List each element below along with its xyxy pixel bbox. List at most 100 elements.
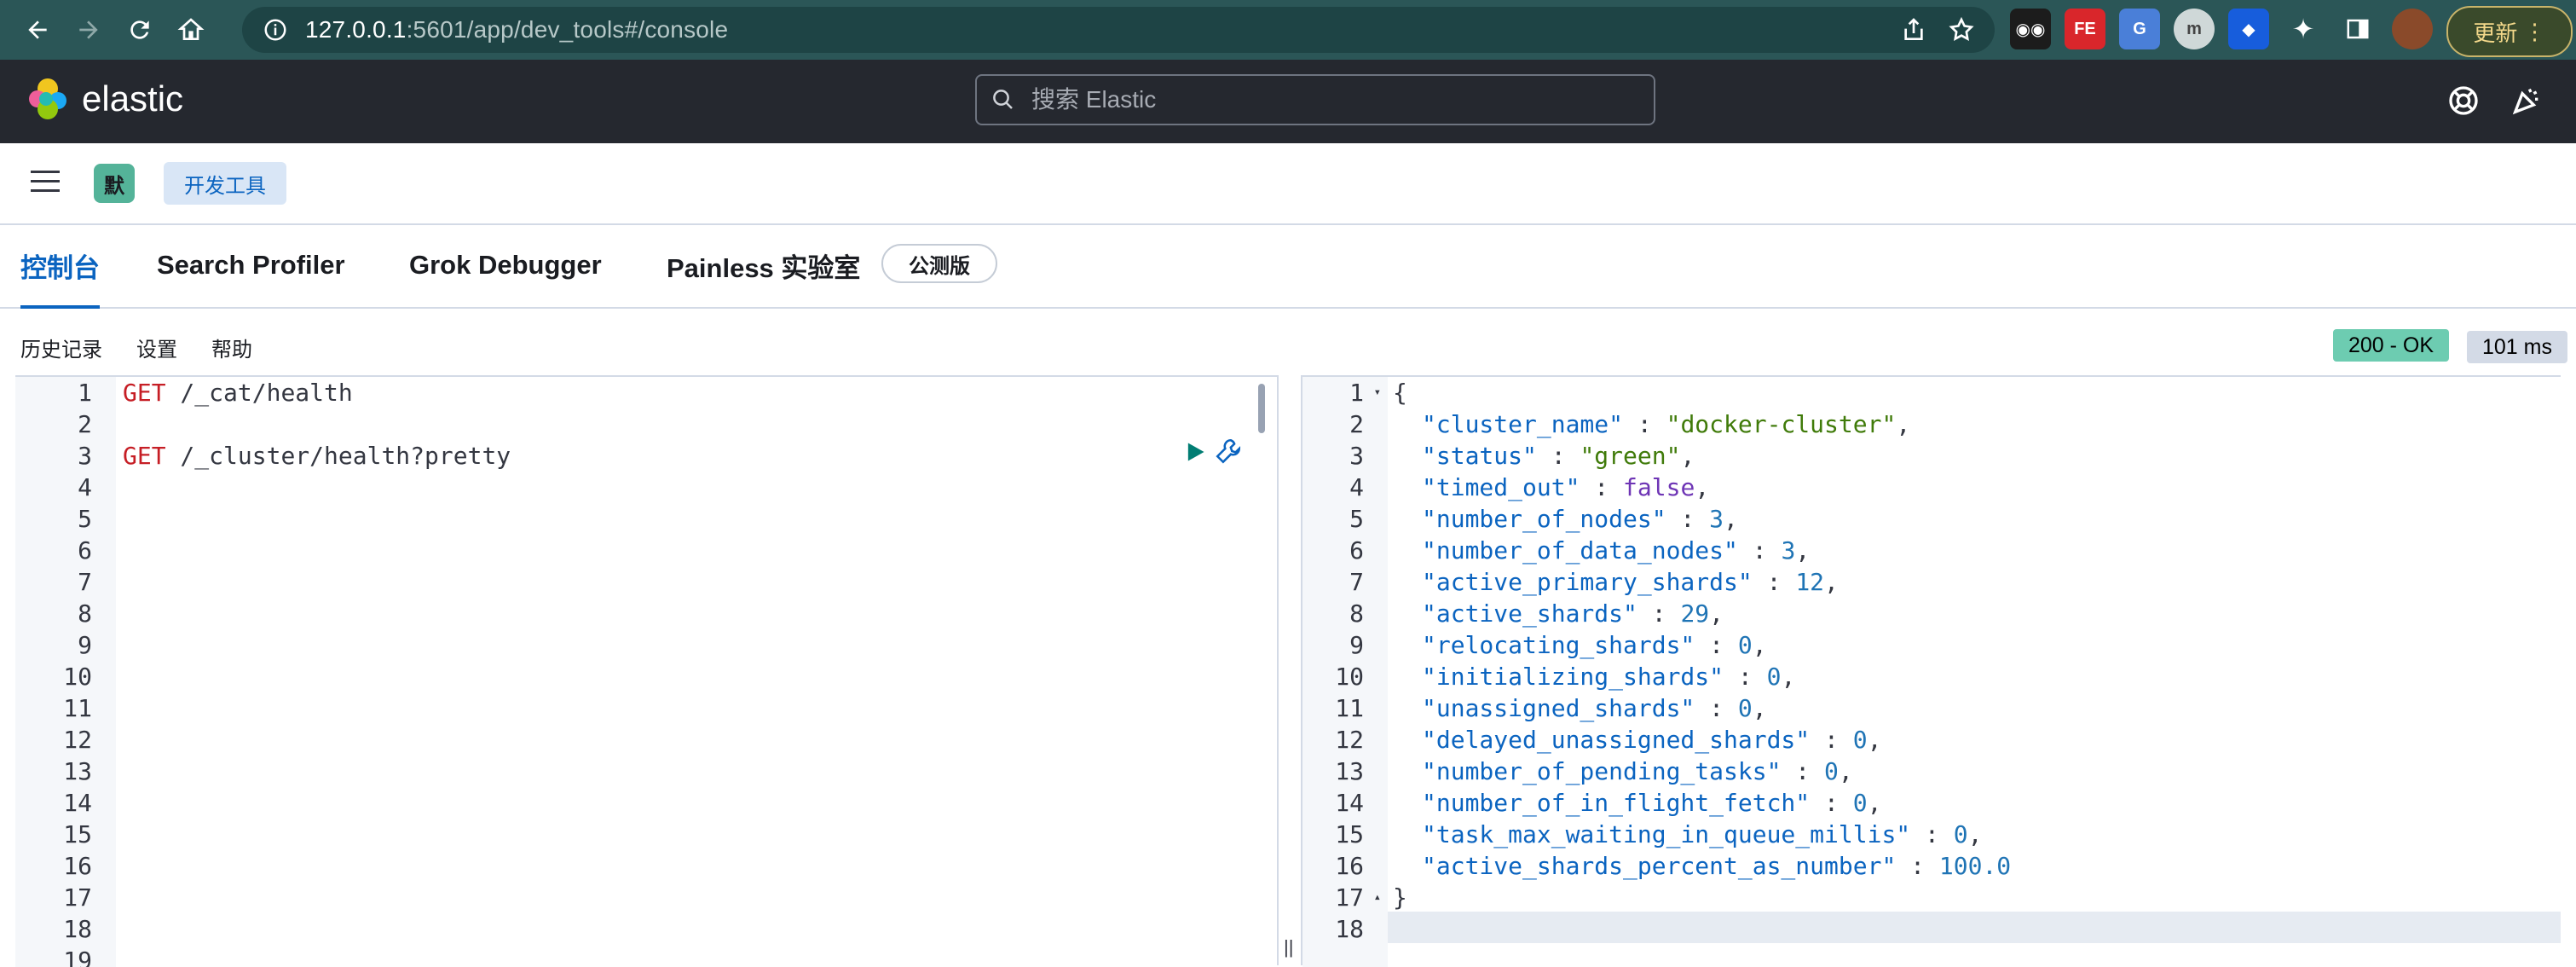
json-value: 29 [1680, 599, 1710, 628]
help-lifebuoy-icon[interactable] [2446, 84, 2481, 118]
json-value: 0 [1766, 663, 1782, 691]
back-button[interactable] [17, 9, 58, 50]
json-value: 3 [1709, 505, 1724, 533]
json-colon: : [1695, 694, 1738, 722]
response-field-line: "task_max_waiting_in_queue_millis" : 0, [1422, 819, 1982, 850]
update-label: 更新 [2473, 20, 2518, 46]
extension-translate-icon[interactable]: G [2119, 9, 2160, 49]
line-number: 7 [78, 568, 92, 596]
request-line-3[interactable]: GET /_cluster/health?pretty [123, 440, 511, 472]
line-number: 1 [78, 379, 92, 407]
update-button[interactable]: 更新 ⋮ [2446, 6, 2573, 57]
line-number: 9 [1349, 631, 1364, 659]
url-text[interactable]: 127.0.0.1:5601/app/dev_tools#/console [305, 16, 728, 43]
json-colon: : [1536, 442, 1580, 470]
info-icon[interactable] [263, 17, 288, 43]
global-search[interactable] [975, 74, 1655, 125]
response-field-line: "active_shards_percent_as_number" : 100.… [1422, 850, 2011, 882]
tab-grok-debugger[interactable]: Grok Debugger [409, 223, 602, 307]
json-value: "green" [1580, 442, 1681, 470]
history-link[interactable]: 历史记录 [20, 333, 102, 362]
help-link[interactable]: 帮助 [211, 333, 252, 362]
share-icon[interactable] [1897, 14, 1930, 46]
line-number: 13 [1335, 757, 1364, 785]
forward-button[interactable] [68, 9, 109, 50]
line-number: 6 [1349, 536, 1364, 565]
response-field-line: "number_of_pending_tasks" : 0, [1422, 756, 1853, 787]
menu-hamburger-icon[interactable] [31, 169, 61, 194]
json-value: 0 [1737, 694, 1753, 722]
send-request-play-icon[interactable] [1183, 440, 1207, 464]
search-input[interactable] [1030, 85, 1630, 114]
json-value: 0 [1852, 789, 1868, 817]
settings-link[interactable]: 设置 [136, 333, 177, 362]
request-editor[interactable]: 1 2 3 4 5 6 7 8 9 10 11 12 13 14 15 16 17 18 19 GET /_cat/… [15, 375, 1277, 967]
json-comma: , [1838, 757, 1853, 785]
fold-toggle-icon[interactable]: ▴ [1374, 882, 1381, 913]
json-key: "active_primary_shards" [1422, 568, 1753, 596]
json-colon: : [1810, 789, 1853, 817]
line-number: 15 [63, 820, 92, 848]
elastic-logo[interactable]: elastic [26, 77, 183, 121]
request-line-1[interactable]: GET /_cat/health [123, 377, 353, 408]
request-method: GET [123, 379, 166, 407]
line-number: 14 [63, 789, 92, 817]
line-number: 8 [1349, 599, 1364, 628]
extension-bitwarden-icon[interactable]: ◆ [2228, 9, 2269, 49]
star-icon[interactable] [1945, 14, 1978, 46]
side-panel-icon[interactable] [2337, 9, 2378, 49]
json-key: "task_max_waiting_in_queue_millis" [1422, 820, 1911, 848]
json-value: 0 [1737, 631, 1753, 659]
line-number: 17 [63, 883, 92, 912]
line-number: 5 [78, 505, 92, 533]
json-key: "active_shards" [1422, 599, 1637, 628]
home-icon [177, 18, 205, 40]
extension-m-icon[interactable]: m [2174, 9, 2215, 49]
extension-fe-icon[interactable]: FE [2065, 9, 2105, 49]
json-value: 0 [1953, 820, 1968, 848]
json-key: "delayed_unassigned_shards" [1422, 726, 1811, 754]
json-key: "number_of_data_nodes" [1422, 536, 1738, 565]
json-comma: , [1752, 694, 1767, 722]
console-toolbar: 历史记录 设置 帮助 200 - OK 101 ms [0, 309, 2576, 375]
editor-scrollbar[interactable] [1258, 384, 1265, 433]
tab-painless-lab[interactable]: Painless 实验室 [667, 223, 860, 307]
extensions-puzzle-icon[interactable]: ✦ [2283, 9, 2324, 49]
json-colon: : [1737, 536, 1782, 565]
response-field-line: "unassigned_shards" : 0, [1422, 692, 1767, 724]
json-comma: , [1752, 631, 1767, 659]
fold-toggle-icon[interactable]: ▾ [1374, 377, 1381, 408]
request-path: /_cluster/health?pretty [165, 442, 511, 470]
newsfeed-cheer-icon[interactable] [2510, 84, 2544, 118]
reload-icon [130, 20, 149, 39]
line-number: 14 [1335, 789, 1364, 817]
json-value: 12 [1795, 568, 1825, 596]
splitter-grip-icon[interactable]: || [1284, 936, 1293, 958]
response-field-line: "status" : "green", [1422, 440, 1695, 472]
tab-search-profiler[interactable]: Search Profiler [157, 223, 345, 307]
tab-console[interactable]: 控制台 [20, 223, 100, 309]
duration-badge: 101 ms [2467, 331, 2567, 363]
breadcrumb-current[interactable]: 开发工具 [164, 162, 286, 205]
line-number: 2 [78, 410, 92, 438]
active-line-highlight [1302, 912, 2561, 943]
response-editor[interactable]: 1 2 3 4 5 6 7 8 9 10 11 12 13 14 15 16 17 18 ▾ ▴ { "cluster… [1302, 375, 2561, 967]
json-comma: , [1680, 442, 1695, 470]
arrow-right-icon [79, 20, 98, 39]
extension-glasses-icon[interactable]: ◉◉ [2010, 9, 2051, 49]
line-number: 19 [63, 947, 92, 967]
wrench-icon[interactable] [1214, 437, 1243, 466]
reload-button[interactable] [119, 9, 160, 50]
breadcrumb-bar: 默 开发工具 [0, 143, 2576, 225]
json-colon: : [1810, 726, 1853, 754]
home-button[interactable] [170, 9, 211, 50]
address-bar[interactable]: 127.0.0.1:5601/app/dev_tools#/console [242, 7, 1995, 53]
json-value: false [1623, 473, 1695, 501]
response-field-line: "initializing_shards" : 0, [1422, 661, 1795, 692]
line-number: 9 [78, 631, 92, 659]
editor-splitter[interactable] [1277, 375, 1302, 965]
space-avatar[interactable]: 默 [94, 164, 135, 203]
profile-avatar[interactable] [2392, 9, 2433, 49]
json-comma: , [1824, 568, 1839, 596]
json-colon: : [1752, 568, 1796, 596]
